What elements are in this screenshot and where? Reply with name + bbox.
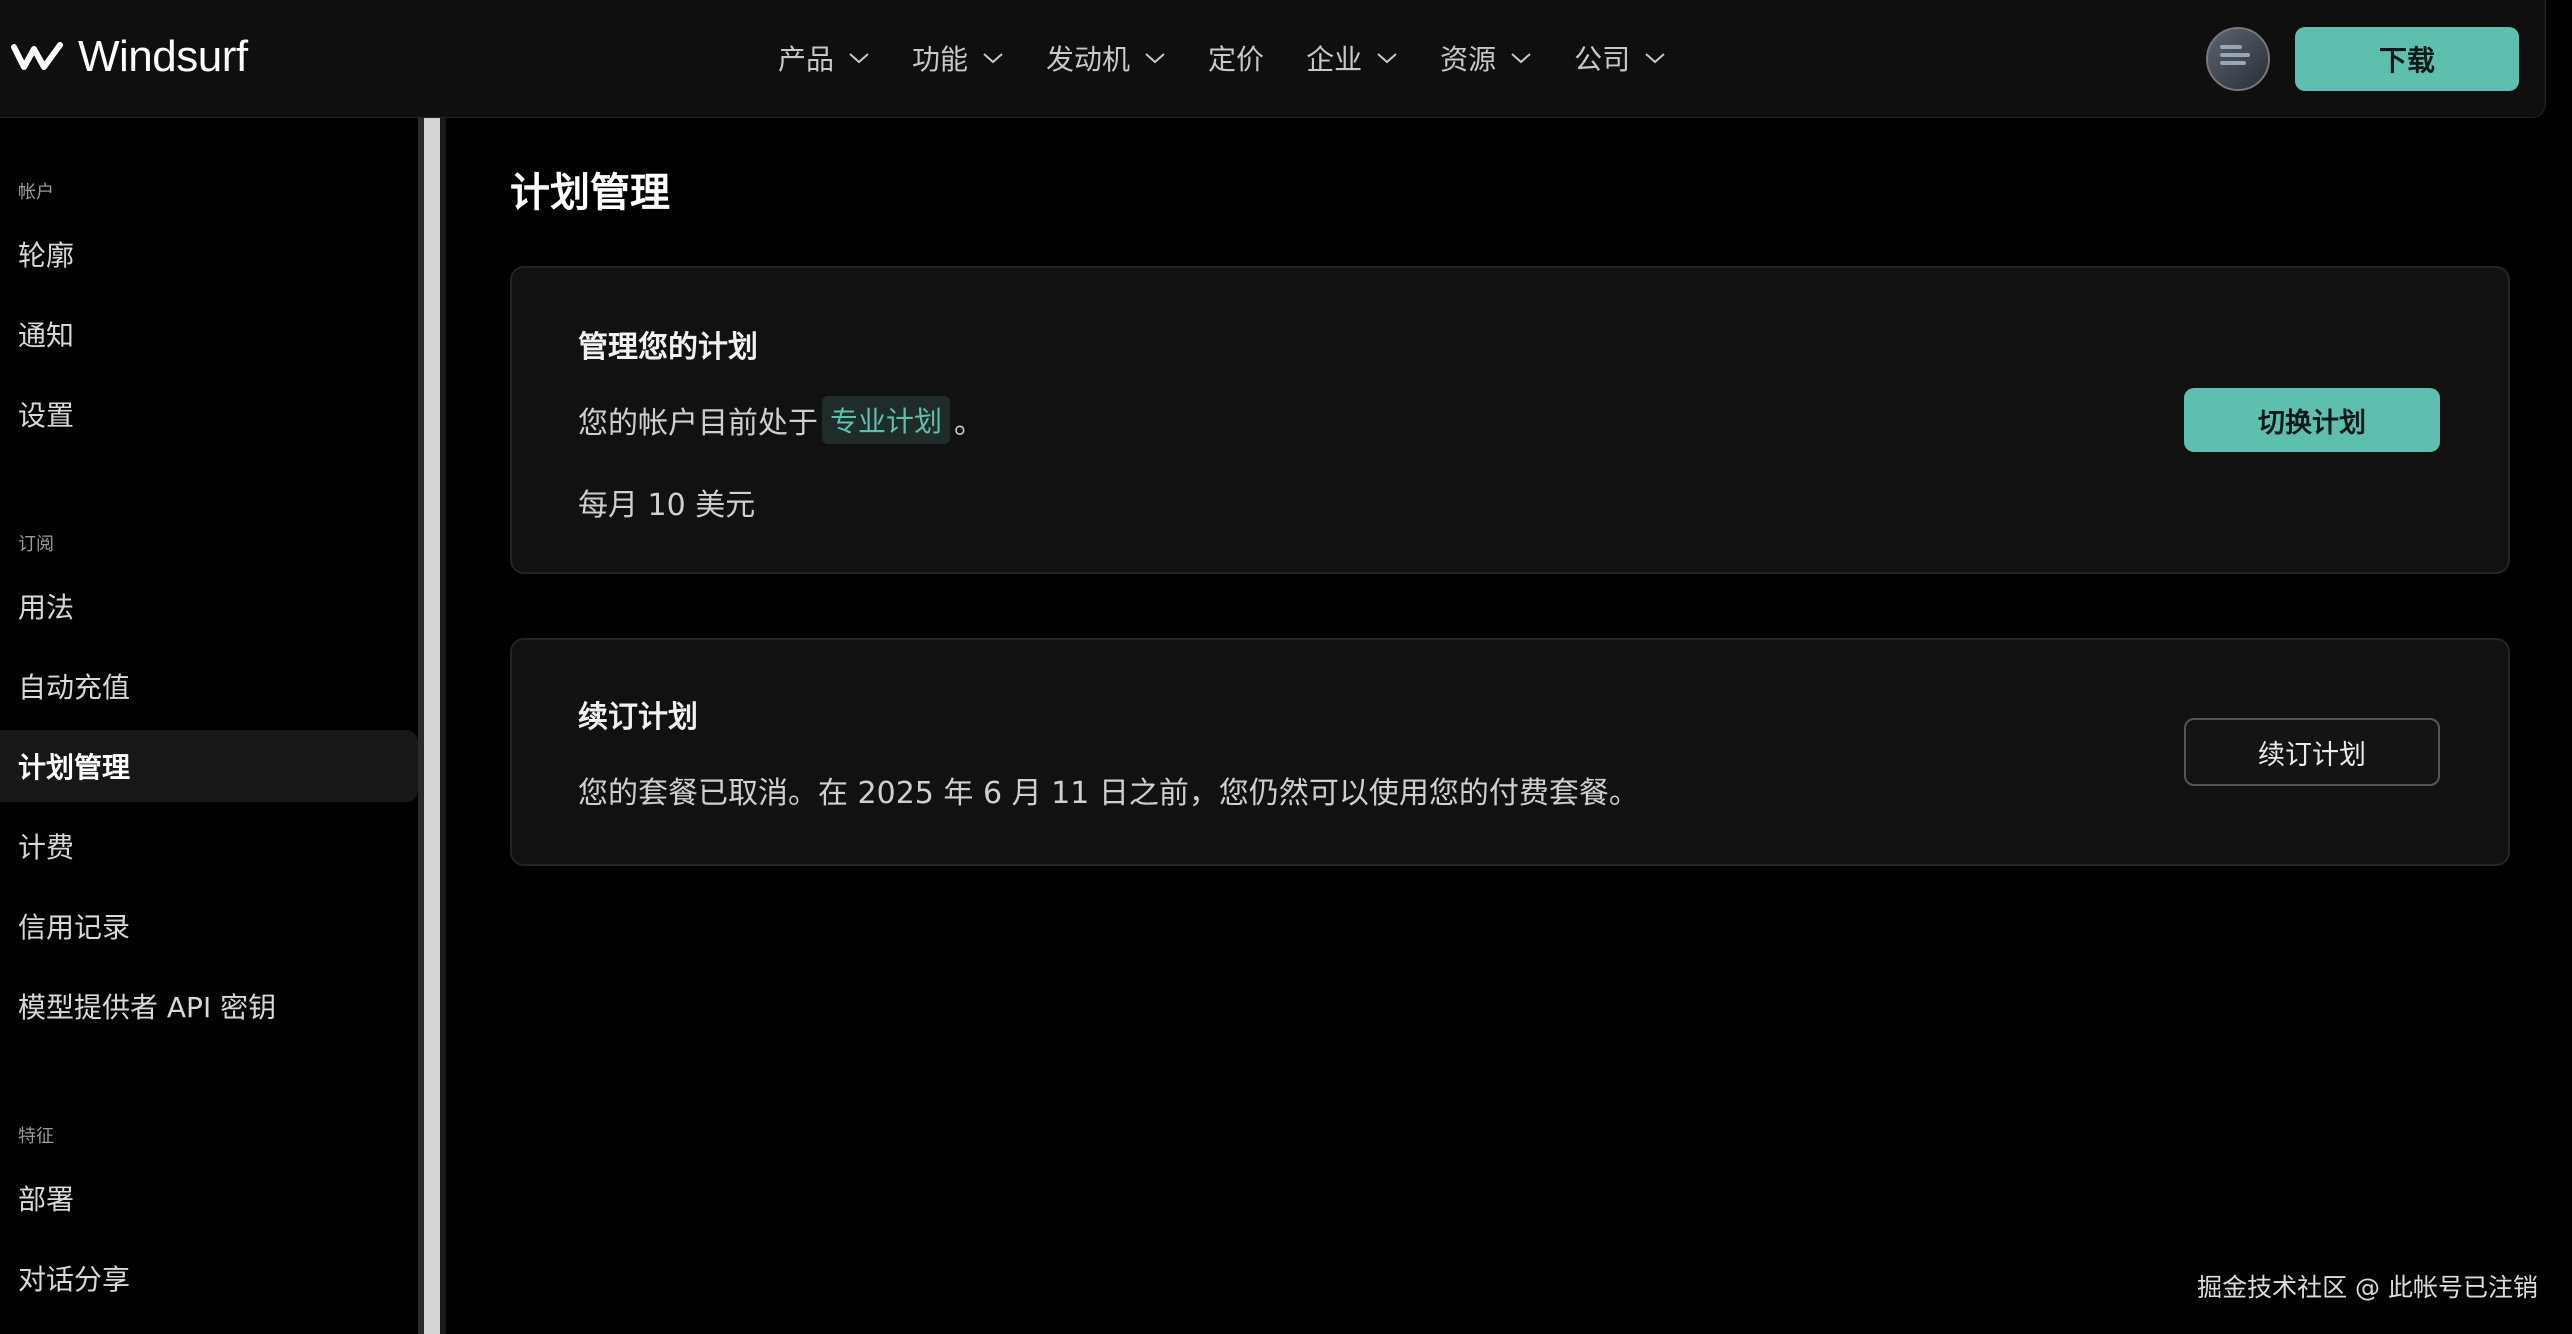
status-suffix: 。 (954, 406, 985, 441)
chevron-down-icon (1377, 53, 1397, 64)
renew-plan-card: 续订计划 您的套餐已取消。在 2025 年 6 月 11 日之前，您仍然可以使用… (510, 638, 2510, 866)
brand-name: Windsurf (78, 32, 248, 81)
nav-menu: 产品 功能 发动机 定价 企业 资源 公司 (778, 38, 1708, 78)
renew-plan-button[interactable]: 续订计划 (2184, 718, 2440, 786)
plan-status-text: 您的帐户目前处于 专业计划 。 (578, 396, 984, 444)
sidebar-item-conversation-sharing[interactable]: 对话分享 (0, 1242, 418, 1314)
nav-item-engine[interactable]: 发动机 (1046, 38, 1166, 78)
download-button[interactable]: 下载 (2295, 27, 2519, 91)
nav-item-label: 公司 (1574, 43, 1631, 76)
card-title: 管理您的计划 (578, 330, 758, 365)
chevron-down-icon (849, 53, 869, 64)
top-navbar: Windsurf 产品 功能 发动机 定价 企业 资源 公司 下载 (0, 0, 2546, 118)
chevron-down-icon (1645, 53, 1665, 64)
sidebar-item-auto-recharge[interactable]: 自动充值 (0, 650, 418, 722)
nav-item-products[interactable]: 产品 (778, 38, 870, 78)
plan-price: 每月 10 美元 (578, 488, 756, 523)
sidebar-item-billing[interactable]: 计费 (0, 810, 418, 882)
chevron-down-icon (983, 53, 1003, 64)
manage-plan-card: 管理您的计划 您的帐户目前处于 专业计划 。 每月 10 美元 切换计划 (510, 266, 2510, 574)
nav-item-label: 发动机 (1046, 43, 1131, 76)
nav-item-label: 资源 (1440, 43, 1497, 76)
brand[interactable]: Windsurf (10, 32, 248, 82)
sidebar: 帐户 轮廓 通知 设置 订阅 用法 自动充值 计划管理 计费 信用记录 模型提供… (0, 118, 418, 1334)
avatar[interactable] (2206, 27, 2270, 91)
renew-message: 您的套餐已取消。在 2025 年 6 月 11 日之前，您仍然可以使用您的付费套… (578, 776, 1639, 811)
status-prefix: 您的帐户目前处于 (578, 406, 818, 441)
sidebar-item-profile[interactable]: 轮廓 (0, 218, 418, 290)
sidebar-item-notifications[interactable]: 通知 (0, 298, 418, 370)
plan-badge: 专业计划 (822, 396, 951, 444)
nav-item-enterprise[interactable]: 企业 (1306, 38, 1398, 78)
card-title: 续订计划 (578, 700, 698, 735)
nav-item-label: 产品 (778, 43, 835, 76)
chevron-down-icon (1511, 53, 1531, 64)
page-title: 计划管理 (510, 170, 670, 216)
sidebar-item-credit-history[interactable]: 信用记录 (0, 890, 418, 962)
sidebar-item-deployments[interactable]: 部署 (0, 1162, 418, 1234)
switch-plan-button[interactable]: 切换计划 (2184, 388, 2440, 452)
nav-item-features[interactable]: 功能 (912, 38, 1004, 78)
sidebar-item-usage[interactable]: 用法 (0, 570, 418, 642)
nav-item-pricing[interactable]: 定价 (1208, 38, 1264, 78)
sidebar-section-account: 帐户 (18, 182, 54, 203)
nav-item-label: 功能 (912, 43, 969, 76)
nav-item-resources[interactable]: 资源 (1440, 38, 1532, 78)
nav-item-label: 企业 (1306, 43, 1363, 76)
sidebar-item-api-keys[interactable]: 模型提供者 API 密钥 (0, 970, 418, 1042)
chevron-down-icon (1145, 53, 1165, 64)
sidebar-item-plan-management[interactable]: 计划管理 (0, 730, 418, 802)
sidebar-item-settings[interactable]: 设置 (0, 378, 418, 450)
watermark: 掘金技术社区 @ 此帐号已注销 (2197, 1273, 2538, 1302)
sidebar-scrollbar[interactable] (418, 118, 446, 1334)
nav-item-company[interactable]: 公司 (1574, 38, 1666, 78)
sidebar-section-subscription: 订阅 (18, 534, 54, 555)
sidebar-section-features: 特征 (18, 1126, 54, 1147)
nav-item-label: 定价 (1208, 43, 1265, 76)
windsurf-wave-icon (11, 42, 63, 70)
